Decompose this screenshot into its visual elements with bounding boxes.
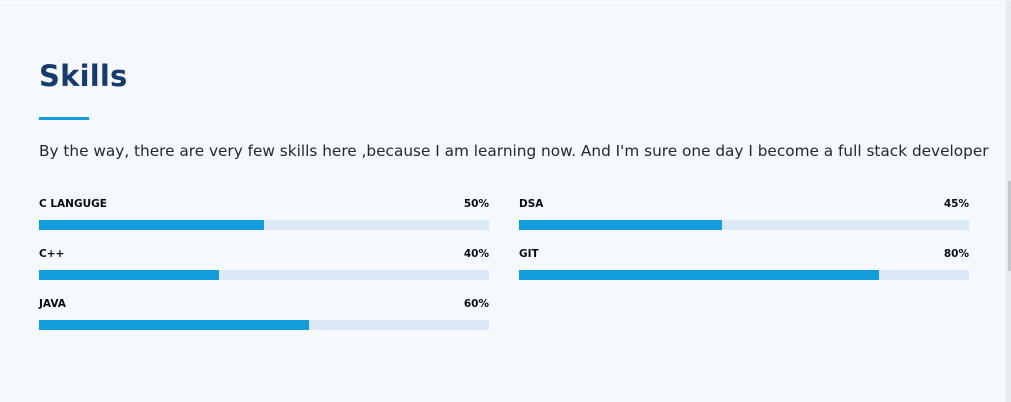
skill-name: C LANGUGE: [39, 198, 107, 210]
progress-track: [519, 220, 969, 230]
section-description: By the way, there are very few skills he…: [39, 142, 989, 160]
progress-fill: [39, 320, 309, 330]
skill-name: C++: [39, 248, 65, 260]
skill-name: GIT: [519, 248, 539, 260]
skill-git: GIT 80%: [519, 246, 969, 286]
skill-cpp: C++ 40%: [39, 246, 489, 286]
title-underline: [39, 117, 89, 120]
progress-track: [519, 270, 969, 280]
skills-page: Skills By the way, there are very few sk…: [0, 0, 1011, 402]
progress-fill: [39, 220, 264, 230]
skill-percent: 40%: [463, 248, 489, 260]
skill-java: JAVA 60%: [39, 296, 489, 336]
progress-fill: [519, 270, 879, 280]
skill-percent: 60%: [463, 298, 489, 310]
skill-percent: 50%: [463, 198, 489, 210]
skill-c-language: C LANGUGE 50%: [39, 196, 489, 236]
skill-percent: 80%: [943, 248, 969, 260]
skill-dsa: DSA 45%: [519, 196, 969, 236]
progress-track: [39, 220, 489, 230]
section-title: Skills: [39, 59, 128, 93]
skill-name: JAVA: [39, 298, 66, 310]
skill-percent: 45%: [943, 198, 969, 210]
progress-fill: [39, 270, 219, 280]
progress-fill: [519, 220, 722, 230]
scrollbar[interactable]: [1006, 1, 1011, 402]
skill-name: DSA: [519, 198, 544, 210]
progress-track: [39, 320, 489, 330]
progress-track: [39, 270, 489, 280]
